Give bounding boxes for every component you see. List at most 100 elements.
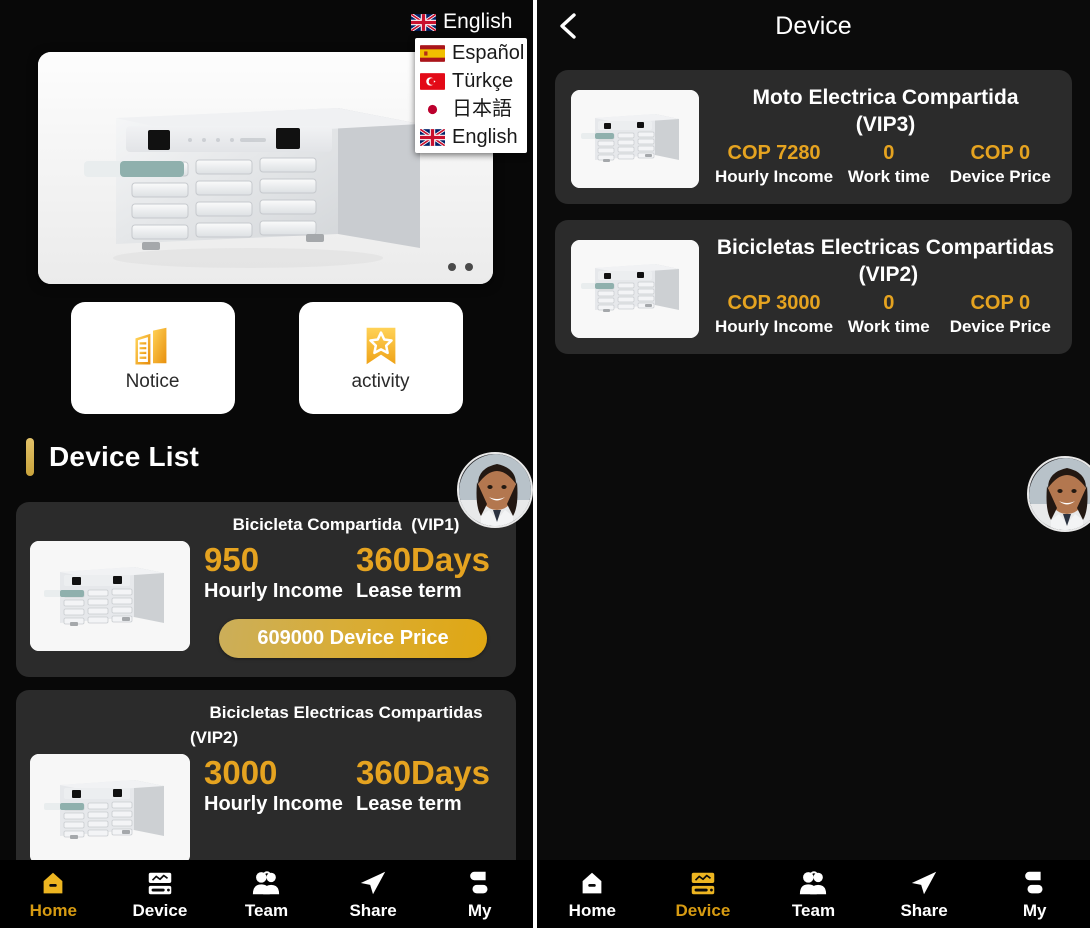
carousel-dot-2[interactable] xyxy=(465,263,473,271)
device-stats: 3000 Hourly Income 360Days Lease term xyxy=(204,756,502,816)
device-stats: 950 Hourly Income 360Days Lease term xyxy=(204,543,502,603)
back-button[interactable] xyxy=(551,8,585,44)
bottom-tabbar[interactable]: Home Device xyxy=(537,860,1090,928)
device-card-title: Bicicletas Electricas Compartidas (VIP2) xyxy=(715,234,1056,289)
language-selector-trigger[interactable]: English xyxy=(407,8,527,36)
right-phone-panel: Device xyxy=(537,0,1090,928)
stat-hourly-income: COP 3000 Hourly Income xyxy=(715,292,833,337)
device-monitor-icon xyxy=(688,868,718,898)
lease-term-value: 360Days xyxy=(356,543,490,578)
tab-share[interactable]: Share xyxy=(320,868,427,921)
tab-share[interactable]: Share xyxy=(869,868,980,921)
device-thumbnail xyxy=(30,541,190,651)
notice-button[interactable]: Notice xyxy=(71,302,235,414)
tab-my[interactable]: My xyxy=(426,868,533,921)
page-title: Device xyxy=(775,12,851,41)
language-option-turkce[interactable]: Türkçe xyxy=(415,67,527,95)
hourly-income-label: Hourly Income xyxy=(715,317,833,337)
device-vip-level: (VIP3) xyxy=(856,113,916,136)
device-thumbnail xyxy=(571,90,699,188)
lease-term-value: 360Days xyxy=(356,756,490,791)
person-icon xyxy=(465,868,495,898)
hourly-income-value: 3000 xyxy=(204,756,356,791)
building-icon xyxy=(130,323,176,369)
tab-home[interactable]: Home xyxy=(0,868,107,921)
stat-hourly-income: 950 Hourly Income xyxy=(204,543,356,603)
device-card[interactable]: Moto Electrica Compartida (VIP3) COP 728… xyxy=(555,70,1072,204)
device-monitor-icon xyxy=(145,868,175,898)
carousel-dot-1[interactable] xyxy=(448,263,456,271)
spain-flag-icon xyxy=(420,45,445,62)
tab-team[interactable]: Team xyxy=(758,868,869,921)
support-agent-photo xyxy=(1029,458,1090,532)
home-icon xyxy=(577,868,607,898)
hourly-income-label: Hourly Income xyxy=(715,167,833,187)
customer-service-avatar[interactable] xyxy=(457,452,533,528)
tab-team-label: Team xyxy=(792,901,835,921)
tab-share-label: Share xyxy=(349,901,396,921)
device-price-value: COP 0 xyxy=(945,292,1056,315)
bottom-tabbar[interactable]: Home Device xyxy=(0,860,533,928)
hourly-income-value: COP 3000 xyxy=(715,292,833,315)
stat-hourly-income: 3000 Hourly Income xyxy=(204,756,356,816)
tab-home[interactable]: Home xyxy=(537,868,648,921)
tab-device[interactable]: Device xyxy=(107,868,214,921)
uk-flag-icon xyxy=(411,14,436,31)
device-card[interactable]: Bicicletas Electricas Compartidas (VIP2) xyxy=(16,690,516,878)
device-thumbnail xyxy=(571,240,699,338)
hourly-income-value: COP 7280 xyxy=(715,142,833,165)
tab-my-label: My xyxy=(1023,901,1047,921)
owned-device-list: Moto Electrica Compartida (VIP3) COP 728… xyxy=(537,52,1090,354)
language-option-english[interactable]: English xyxy=(415,123,527,151)
device-name: Bicicletas Electricas Compartidas xyxy=(209,703,482,722)
lease-term-label: Lease term xyxy=(356,580,490,603)
device-price-button[interactable]: 609000 Device Price xyxy=(219,619,487,658)
tab-share-label: Share xyxy=(900,901,947,921)
device-stats: COP 3000 Hourly Income 0 Work time COP 0… xyxy=(715,292,1056,337)
heading-accent-bar xyxy=(26,438,34,476)
tab-my[interactable]: My xyxy=(979,868,1090,921)
charging-station-thumb-icon xyxy=(30,754,190,864)
tab-device-label: Device xyxy=(132,901,187,921)
tab-team[interactable]: Team xyxy=(213,868,320,921)
quick-actions-row: Notice activity xyxy=(0,302,533,414)
hourly-income-value: 950 xyxy=(204,543,356,578)
work-time-label: Work time xyxy=(833,317,944,337)
language-selector[interactable]: English Español xyxy=(407,8,527,153)
notice-label: Notice xyxy=(126,371,180,393)
carousel-dots[interactable] xyxy=(448,263,473,271)
stat-lease-term: 360Days Lease term xyxy=(356,543,490,603)
device-price-label: Device Price xyxy=(945,317,1056,337)
tab-device[interactable]: Device xyxy=(648,868,759,921)
device-name: Moto Electrica Compartida xyxy=(752,86,1018,109)
work-time-value: 0 xyxy=(833,142,944,165)
customer-service-avatar[interactable] xyxy=(1027,456,1090,532)
home-icon xyxy=(38,868,68,898)
language-option-label: English xyxy=(452,124,518,150)
tab-device-label: Device xyxy=(675,901,730,921)
stat-device-price: COP 0 Device Price xyxy=(945,292,1056,337)
language-option-japanese[interactable]: 日本語 xyxy=(415,95,527,123)
device-card-title: Moto Electrica Compartida (VIP3) xyxy=(715,84,1056,139)
device-name: Bicicleta Compartida xyxy=(233,515,402,534)
language-option-label: Türkçe xyxy=(452,68,513,94)
device-card-title: Bicicleta Compartida (VIP1) xyxy=(190,514,502,537)
device-card[interactable]: Bicicletas Electricas Compartidas (VIP2)… xyxy=(555,220,1072,354)
language-option-espanol[interactable]: Español xyxy=(415,39,527,67)
device-thumbnail xyxy=(30,754,190,864)
uk-flag-icon xyxy=(420,129,445,146)
tab-home-label: Home xyxy=(569,901,616,921)
team-people-icon xyxy=(251,868,281,898)
activity-button[interactable]: activity xyxy=(299,302,463,414)
charging-station-thumb-icon xyxy=(30,541,190,651)
device-price-value: COP 0 xyxy=(945,142,1056,165)
hourly-income-label: Hourly Income xyxy=(204,793,356,816)
language-dropdown-menu[interactable]: Español Türkçe 日本語 xyxy=(415,38,527,153)
tab-team-label: Team xyxy=(245,901,288,921)
support-agent-photo xyxy=(459,454,533,528)
work-time-label: Work time xyxy=(833,167,944,187)
tab-my-label: My xyxy=(468,901,492,921)
hourly-income-label: Hourly Income xyxy=(204,580,356,603)
device-card[interactable]: Bicicleta Compartida (VIP1) xyxy=(16,502,516,677)
team-people-icon xyxy=(798,868,828,898)
